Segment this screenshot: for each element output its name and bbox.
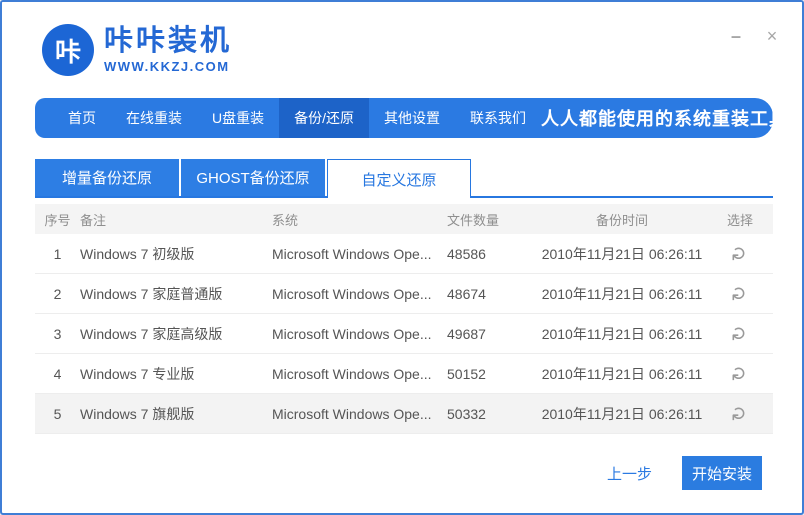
row-system: Microsoft Windows Ope... <box>272 285 432 302</box>
tab-自定义还原[interactable]: 自定义还原 <box>327 159 471 198</box>
row-index: 5 <box>53 405 62 422</box>
row-file-count: 49687 <box>447 325 486 342</box>
start-install-button[interactable]: 开始安装 <box>682 456 762 490</box>
table-row[interactable]: 1 Windows 7 初级版 Microsoft Windows Ope... 48… <box>35 234 773 274</box>
row-remark: Windows 7 专业版 <box>80 365 195 382</box>
nav-item-备份/还原[interactable]: 备份/还原 <box>279 98 370 138</box>
backup-table: 序号 备注 系统 文件数量 备份时间 选择 1 Windows 7 初级版 Microsoft… <box>35 204 773 434</box>
row-remark: Windows 7 旗舰版 <box>80 405 195 422</box>
row-remark: Windows 7 家庭普通版 <box>80 285 223 302</box>
row-backup-time: 2010年11月21日 06:26:11 <box>541 245 703 262</box>
nav-item-U盘重装[interactable]: U盘重装 <box>197 98 279 138</box>
brand-text: 咔咔装机 WWW.KKZJ.COM <box>104 25 233 74</box>
column-header-备注: 备注 <box>80 212 107 228</box>
row-system: Microsoft Windows Ope... <box>272 245 432 262</box>
app-title: 咔咔装机 <box>104 25 233 58</box>
nav-items: 首页 在线重装 U盘重装 备份/还原 其他设置 联系我们 <box>53 98 541 138</box>
app-url: WWW.KKZJ.COM <box>104 58 230 74</box>
app-window: 咔 咔咔装机 WWW.KKZJ.COM – × 首页 在线重装 U盘重装 备份/还原其… <box>0 0 804 515</box>
column-header-系统: 系统 <box>272 212 299 228</box>
row-select-cell: ↻ <box>707 404 773 423</box>
row-file-count: 50332 <box>447 405 486 422</box>
row-system: Microsoft Windows Ope... <box>272 365 432 382</box>
main-navbar: 首页 在线重装 U盘重装 备份/还原 其他设置 联系我们 人人都能使用的系统重装工具 <box>35 98 787 138</box>
restore-tabs: 增量备份还原 GHOST备份还原 自定义还原 <box>35 159 773 198</box>
row-index: 3 <box>53 325 62 342</box>
select-refresh-icon[interactable]: ↻ <box>728 366 750 382</box>
back-button[interactable]: 上一步 <box>607 463 652 484</box>
row-index: 4 <box>53 365 62 382</box>
minimize-icon[interactable]: – <box>726 26 746 46</box>
table-row[interactable]: 5 Windows 7 旗舰版 Microsoft Windows Ope... 50… <box>35 394 773 434</box>
table-body: 1 Windows 7 初级版 Microsoft Windows Ope... 48… <box>35 234 773 434</box>
row-backup-time: 2010年11月21日 06:26:11 <box>541 365 703 382</box>
row-index: 1 <box>53 245 62 262</box>
select-refresh-icon[interactable]: ↻ <box>728 326 750 342</box>
select-refresh-icon[interactable]: ↻ <box>728 406 750 422</box>
row-select-cell: ↻ <box>707 244 773 263</box>
row-index: 2 <box>53 285 62 302</box>
row-remark: Windows 7 初级版 <box>80 245 195 262</box>
row-system: Microsoft Windows Ope... <box>272 405 432 422</box>
titlebar: 咔 咔咔装机 WWW.KKZJ.COM – × <box>2 2 802 98</box>
nav-item-在线重装[interactable]: 在线重装 <box>111 98 197 138</box>
table-row[interactable]: 4 Windows 7 专业版 Microsoft Windows Ope... 50… <box>35 354 773 394</box>
nav-item-首页[interactable]: 首页 <box>53 98 111 138</box>
table-header: 序号 备注 系统 文件数量 备份时间 选择 <box>35 204 773 234</box>
column-header-备份时间: 备份时间 <box>595 212 648 228</box>
nav-item-其他设置[interactable]: 其他设置 <box>369 98 455 138</box>
tab-增量备份还原[interactable]: 增量备份还原 <box>35 159 179 196</box>
column-header-序号: 序号 <box>44 212 71 228</box>
row-select-cell: ↻ <box>707 284 773 303</box>
table-row[interactable]: 3 Windows 7 家庭高级版 Microsoft Windows Ope...… <box>35 314 773 354</box>
column-header-选择: 选择 <box>726 212 753 228</box>
row-select-cell: ↻ <box>707 324 773 343</box>
row-backup-time: 2010年11月21日 06:26:11 <box>541 285 703 302</box>
select-refresh-icon[interactable]: ↻ <box>728 246 750 262</box>
nav-tagline: 人人都能使用的系统重装工具 <box>541 109 789 129</box>
row-select-cell: ↻ <box>707 364 773 383</box>
row-remark: Windows 7 家庭高级版 <box>80 325 223 342</box>
row-backup-time: 2010年11月21日 06:26:11 <box>541 325 703 342</box>
close-icon[interactable]: × <box>762 26 782 46</box>
nav-item-联系我们[interactable]: 联系我们 <box>455 98 541 138</box>
app-logo-icon: 咔 <box>42 24 94 76</box>
tab-row: 增量备份还原 GHOST备份还原 自定义还原 <box>35 159 471 198</box>
table-row[interactable]: 2 Windows 7 家庭普通版 Microsoft Windows Ope...… <box>35 274 773 314</box>
row-file-count: 50152 <box>447 365 486 382</box>
brand-logo: 咔 咔咔装机 WWW.KKZJ.COM <box>42 24 232 76</box>
select-refresh-icon[interactable]: ↻ <box>728 286 750 302</box>
row-backup-time: 2010年11月21日 06:26:11 <box>541 405 703 422</box>
row-system: Microsoft Windows Ope... <box>272 325 432 342</box>
tab-GHOST备份还原[interactable]: GHOST备份还原 <box>181 159 325 196</box>
column-header-文件数量: 文件数量 <box>447 212 500 228</box>
footer-actions: 上一步 开始安装 <box>607 456 762 490</box>
row-file-count: 48674 <box>447 285 486 302</box>
row-file-count: 48586 <box>447 245 486 262</box>
window-controls: – × <box>726 26 782 46</box>
